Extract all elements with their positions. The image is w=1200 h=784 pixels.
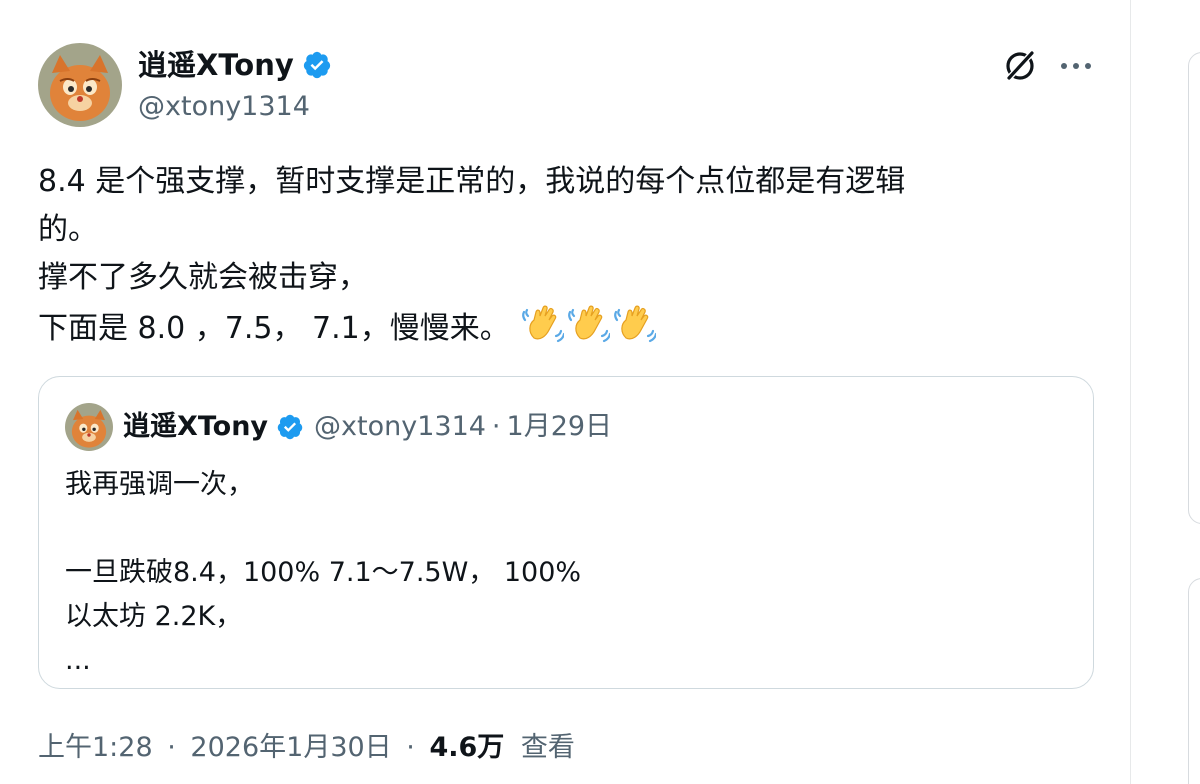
tweet: 逍遥XTony @xtony1314 8.4 是个强支撑，暂时支撑是正常的，我说… [38,0,1098,784]
more-icon [1061,63,1091,69]
sidebar-card [1188,52,1200,524]
footer-separator: · [406,732,415,763]
sidebar-card [1188,578,1200,784]
quoted-header: 逍遥XTony @xtony1314 · 1月29日 [123,409,612,445]
waving-hand-icon [613,305,656,343]
quoted-text-line [65,507,1065,551]
quoted-text: 我再强调一次， 一旦跌破8.4，100% 7.1～7.5W， 100% 以太坊 … [65,463,1065,683]
author-avatar[interactable] [38,43,122,127]
waving-hand-icon [521,305,564,343]
views-count: 4.6万 [429,732,505,763]
more-options-button[interactable] [1054,44,1098,88]
waving-hand-icon [567,305,610,343]
quoted-text-line: 一旦跌破8.4，100% 7.1～7.5W， 100% [65,557,582,588]
views-label: 查看 [520,732,575,763]
quoted-separator: · [491,411,501,442]
quoted-author-handle: @xtony1314 [314,411,486,442]
quoted-text-line: 我再强调一次， [65,469,254,500]
quoted-author-name: 逍遥XTony [123,411,269,442]
author-name-row[interactable]: 逍遥XTony [138,46,332,84]
tweet-time[interactable]: 上午1:28 [38,732,153,763]
verified-badge-icon [277,414,303,440]
tweet-text: 8.4 是个强支撑，暂时支撑是正常的，我说的每个点位都是有逻辑 的。 撑不了多久… [38,158,1078,353]
tweet-date[interactable]: 2026年1月30日 [190,732,391,763]
grok-button[interactable] [998,44,1042,88]
grok-icon [1006,51,1034,80]
emoji-group [521,302,656,344]
verified-badge-icon [302,50,332,80]
quoted-text-line: 以太坊 2.2K， [65,601,243,632]
quoted-author-avatar [65,403,113,451]
tweet-footer: 上午1:28 · 2026年1月30日 · 4.6万 查看 [38,728,575,768]
quoted-tweet[interactable]: 逍遥XTony @xtony1314 · 1月29日 我再强调一次， 一旦跌破8… [38,376,1094,689]
tweet-text-line: 的。 [38,212,98,247]
author-handle[interactable]: @xtony1314 [138,89,310,125]
author-name[interactable]: 逍遥XTony [138,46,294,84]
quoted-text-line: ... [65,645,91,676]
quoted-date: 1月29日 [506,411,613,442]
tweet-text-line: 8.4 是个强支撑，暂时支撑是正常的，我说的每个点位都是有逻辑 [38,164,906,199]
footer-separator: · [167,732,176,763]
tweet-text-line: 下面是 8.0 ，7.5， 7.1，慢慢来。 [38,311,510,346]
tweet-text-line-last: 下面是 8.0 ，7.5， 7.1，慢慢来。 [38,302,1078,353]
tweet-page: 逍遥XTony @xtony1314 8.4 是个强支撑，暂时支撑是正常的，我说… [0,0,1200,784]
column-divider [1130,0,1131,784]
tweet-text-line: 撑不了多久就会被击穿， [38,260,368,295]
